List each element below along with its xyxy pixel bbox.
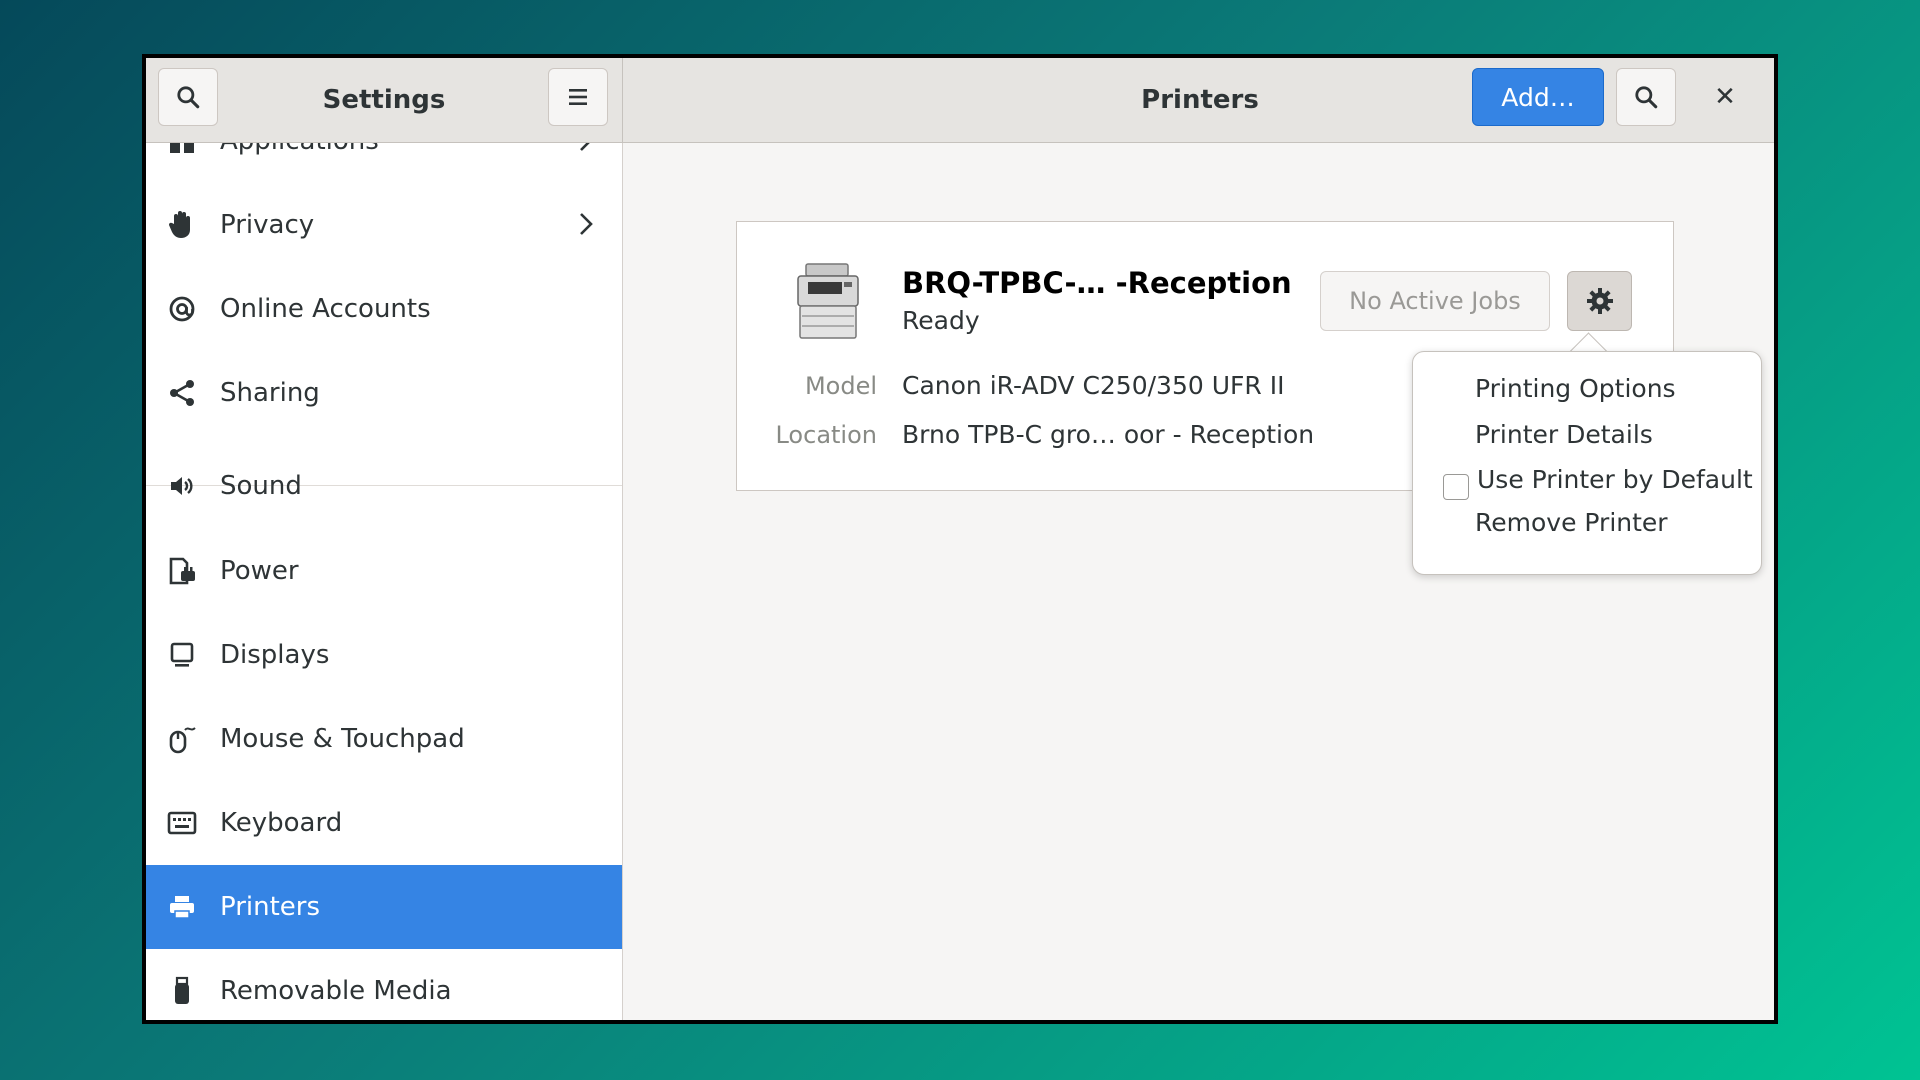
- sidebar-item-label: Applications: [220, 143, 379, 156]
- sidebar-item-applications[interactable]: Applications: [146, 143, 622, 183]
- sidebar-item-privacy[interactable]: Privacy: [146, 183, 622, 267]
- sidebar-item-sharing[interactable]: Sharing: [146, 351, 622, 435]
- default-printer-checkbox[interactable]: [1443, 474, 1469, 500]
- mouse-icon: [166, 723, 198, 755]
- main-menu-button[interactable]: [548, 68, 608, 126]
- sidebar: Applications Privacy Online Accounts Sha…: [146, 143, 623, 1020]
- chevron-right-icon: [580, 143, 590, 151]
- menu-item-printing-options[interactable]: Printing Options: [1475, 374, 1676, 403]
- sidebar-header: Settings: [146, 58, 623, 142]
- model-label: Model: [804, 372, 877, 400]
- at-icon: [166, 293, 198, 325]
- menu-item-printer-details[interactable]: Printer Details: [1475, 420, 1653, 449]
- sidebar-item-online-accounts[interactable]: Online Accounts: [146, 267, 622, 351]
- sidebar-item-mouse-touchpad[interactable]: Mouse & Touchpad: [146, 697, 622, 781]
- power-icon: [166, 555, 198, 587]
- chevron-right-icon: [580, 213, 593, 235]
- sidebar-item-label: Privacy: [220, 210, 315, 240]
- printer-name: BRQ-TPBC-… -Reception: [902, 266, 1292, 300]
- sidebar-item-label: Removable Media: [220, 976, 452, 1006]
- sidebar-title: Settings: [322, 85, 446, 115]
- display-icon: [166, 639, 198, 671]
- menu-item-remove-printer[interactable]: Remove Printer: [1475, 508, 1668, 537]
- sidebar-item-removable-media[interactable]: Removable Media: [146, 949, 622, 1020]
- sidebar-item-label: Keyboard: [220, 808, 343, 838]
- sidebar-item-label: Online Accounts: [220, 294, 431, 324]
- sidebar-item-label: Sharing: [220, 378, 320, 408]
- sidebar-item-label: Sound: [220, 471, 302, 501]
- sidebar-item-label: Displays: [220, 640, 330, 670]
- sidebar-item-sound[interactable]: Sound: [146, 444, 622, 528]
- printer-icon: [166, 891, 198, 923]
- sidebar-item-power[interactable]: Power: [146, 529, 622, 613]
- gear-icon: [1586, 288, 1613, 314]
- sidebar-search-button[interactable]: [158, 68, 218, 126]
- sidebar-item-label: Printers: [220, 892, 321, 922]
- printer-settings-button[interactable]: [1567, 271, 1632, 331]
- page-title: Printers: [1141, 85, 1259, 115]
- printer-search-button[interactable]: [1616, 68, 1676, 126]
- hamburger-menu-icon: [569, 89, 587, 105]
- sidebar-item-label: Power: [220, 556, 299, 586]
- sidebar-item-printers[interactable]: Printers: [146, 865, 622, 949]
- apps-icon: [166, 143, 198, 157]
- share-icon: [166, 377, 198, 409]
- settings-window: Settings Printers Add… ✕ Applica: [142, 54, 1778, 1024]
- location-label: Location: [775, 421, 877, 449]
- search-icon: [177, 86, 200, 109]
- printer-status: Ready: [902, 306, 980, 335]
- printer-device-icon: [797, 263, 859, 339]
- no-active-jobs-button[interactable]: No Active Jobs: [1320, 271, 1550, 331]
- add-printer-button[interactable]: Add…: [1472, 68, 1604, 126]
- location-value: Brno TPB-C gro… oor - Reception: [902, 420, 1315, 449]
- search-icon: [1635, 86, 1658, 109]
- sidebar-item-displays[interactable]: Displays: [146, 613, 622, 697]
- model-value: Canon iR-ADV C250/350 UFR II: [902, 371, 1285, 400]
- speaker-icon: [166, 470, 198, 502]
- usb-icon: [166, 975, 198, 1007]
- sidebar-item-keyboard[interactable]: Keyboard: [146, 781, 622, 865]
- keyboard-icon: [166, 807, 198, 839]
- close-button[interactable]: ✕: [1700, 72, 1750, 122]
- header-bar: Settings Printers Add… ✕: [146, 58, 1774, 143]
- hand-icon: [166, 209, 198, 241]
- menu-item-use-printer-by-default[interactable]: Use Printer by Default: [1477, 465, 1753, 494]
- sidebar-item-label: Mouse & Touchpad: [220, 724, 465, 754]
- printer-options-popover: Printing Options Printer Details Use Pri…: [1412, 351, 1762, 575]
